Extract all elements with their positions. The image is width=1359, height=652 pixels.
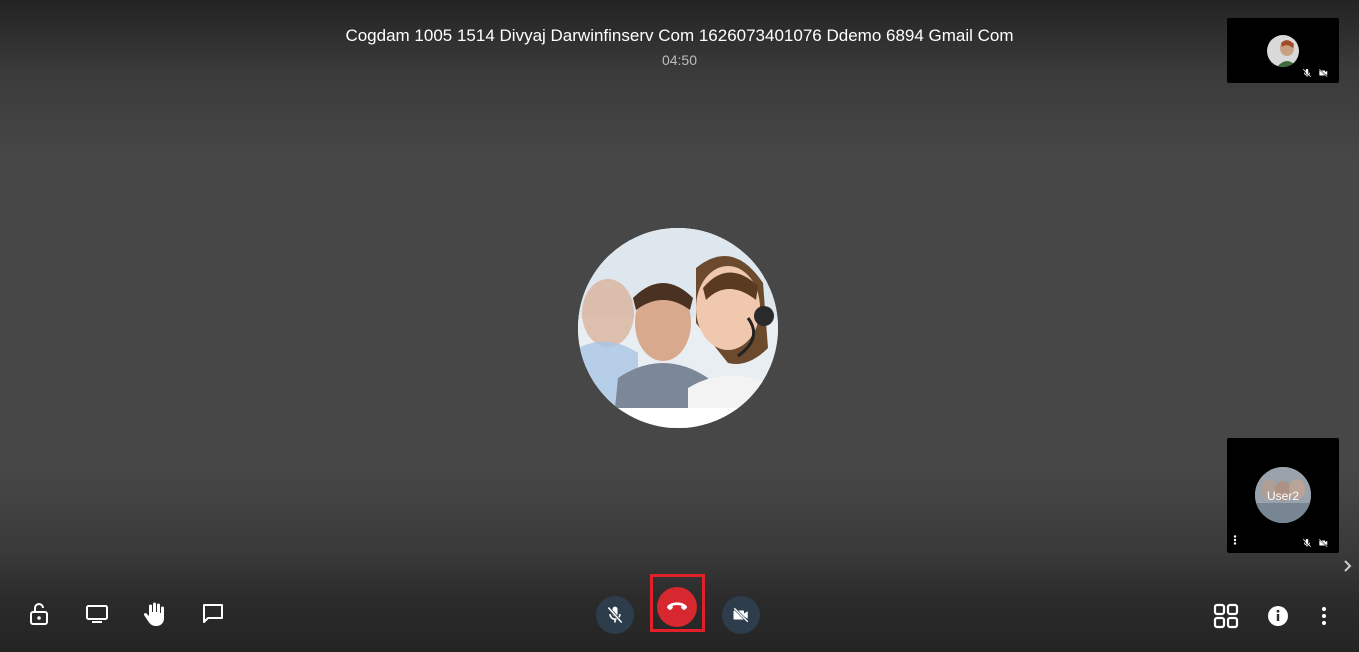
toggle-microphone-button[interactable]	[596, 596, 634, 634]
filmstrip-toggle-button[interactable]	[1341, 558, 1355, 574]
chat-icon	[203, 604, 223, 623]
toggle-camera-button[interactable]	[722, 596, 760, 634]
mic-off-icon	[1302, 538, 1312, 548]
hangup-button[interactable]	[657, 587, 697, 627]
participant-status	[1302, 538, 1329, 548]
raise-hand-button[interactable]	[142, 600, 168, 628]
more-vertical-icon	[1322, 607, 1326, 625]
screen-share-button[interactable]	[84, 600, 110, 628]
info-icon	[1268, 606, 1288, 626]
tile-view-button[interactable]	[1213, 602, 1239, 630]
mic-off-icon	[607, 606, 623, 624]
screen-share-icon	[86, 605, 108, 623]
participant-thumbnail-local[interactable]	[1227, 18, 1339, 83]
chat-button[interactable]	[200, 600, 226, 628]
grid-view-icon	[1213, 603, 1239, 629]
meeting-title: Cogdam 1005 1514 Divyaj Darwinfinserv Co…	[345, 26, 1014, 45]
more-options-button[interactable]	[1317, 602, 1331, 630]
lock-icon	[30, 603, 48, 625]
participant-menu-icon[interactable]	[1233, 535, 1237, 545]
participant-name: User2	[1266, 489, 1299, 503]
mic-off-icon	[1302, 68, 1312, 78]
hangup-icon	[667, 602, 687, 610]
dominant-speaker-avatar	[578, 228, 778, 428]
camera-off-icon	[733, 607, 749, 623]
participant-status	[1302, 68, 1329, 78]
raise-hand-icon	[143, 602, 164, 626]
chevron-right-icon	[1344, 560, 1352, 572]
meeting-info-button[interactable]	[1265, 602, 1291, 630]
hangup-highlight	[650, 574, 705, 632]
security-options-button[interactable]	[26, 600, 52, 628]
toolbar-right	[1213, 602, 1331, 630]
toolbar-left	[26, 600, 226, 628]
meeting-header: Cogdam 1005 1514 Divyaj Darwinfinserv Co…	[0, 24, 1359, 68]
call-timer: 04:50	[661, 52, 698, 68]
camera-off-icon	[1318, 68, 1328, 78]
camera-off-icon	[1318, 538, 1328, 548]
participant-avatar	[1267, 35, 1299, 67]
participant-thumbnail-user2[interactable]: User2	[1227, 438, 1339, 553]
